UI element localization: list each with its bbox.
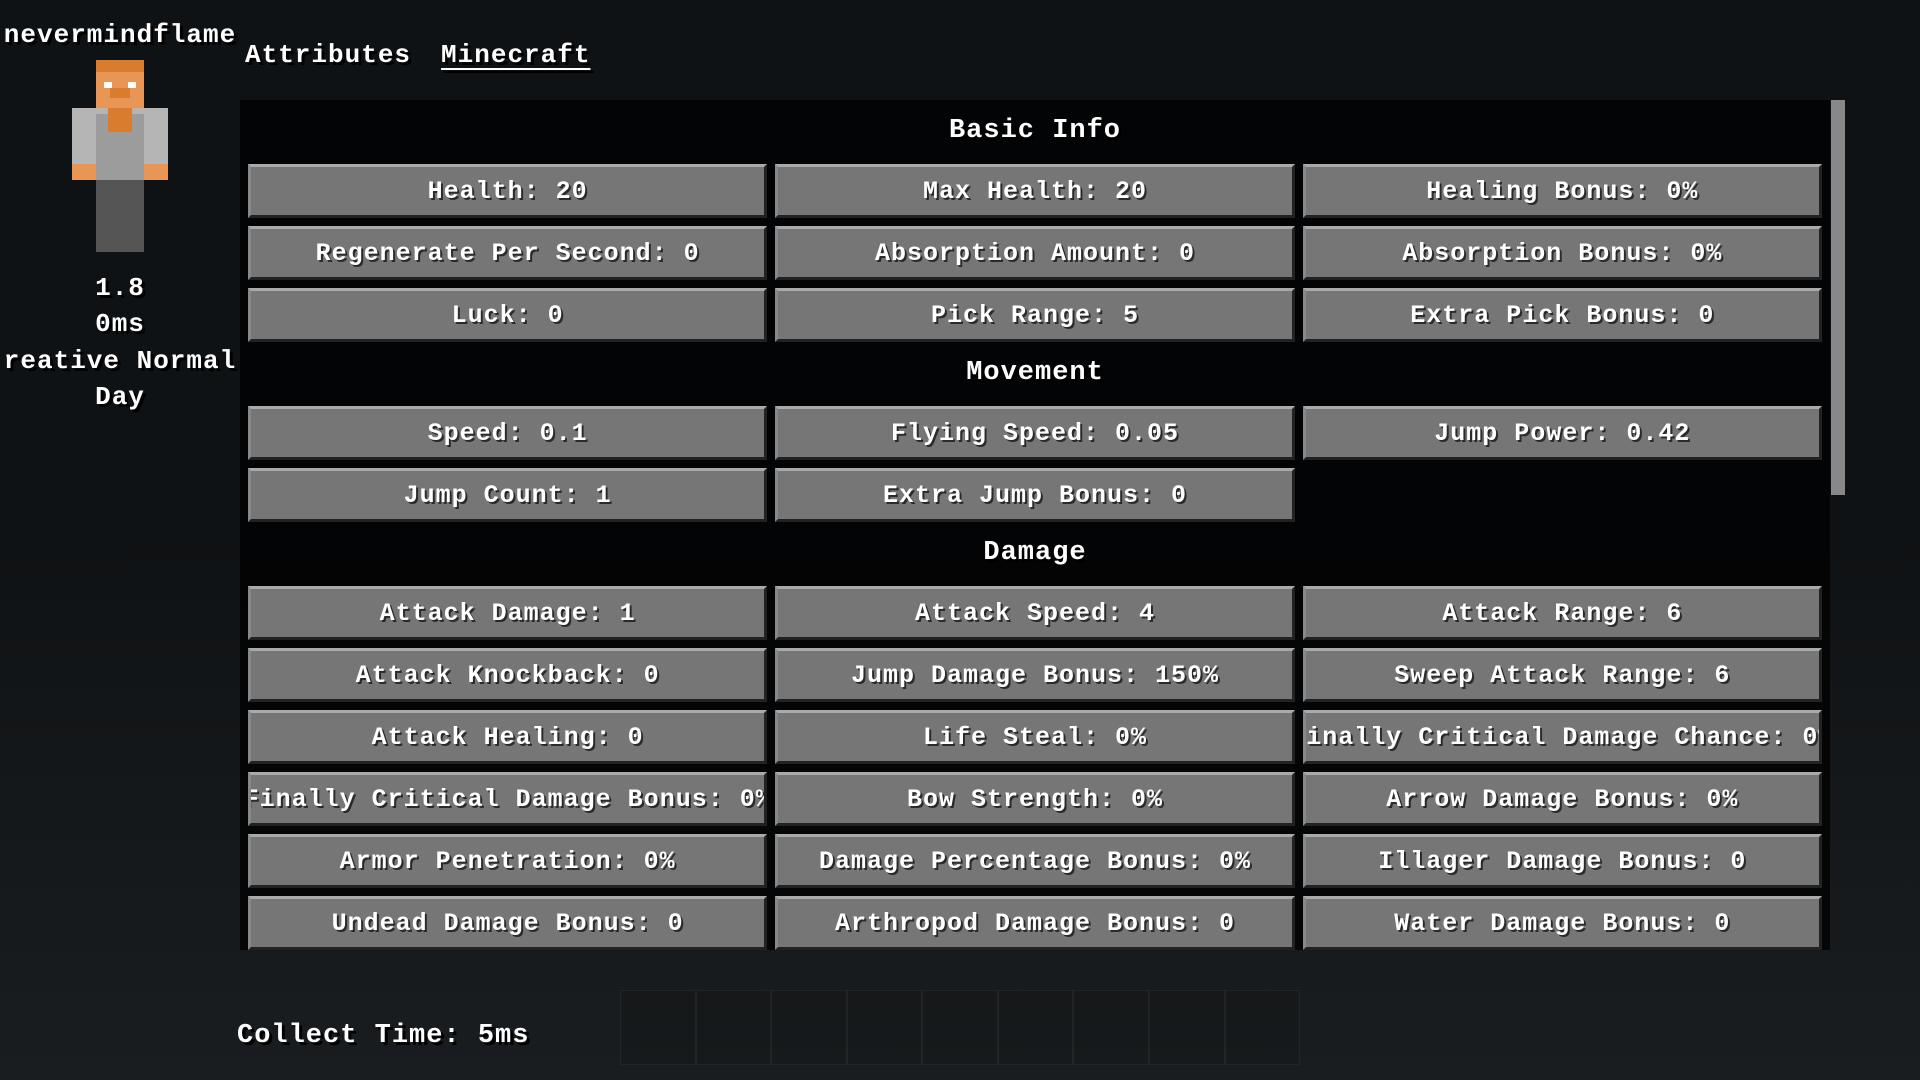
- attribute-button[interactable]: Sweep Attack Range: 6: [1303, 648, 1822, 702]
- hotbar-slot[interactable]: [847, 990, 923, 1065]
- main-panel: Basic InfoHealth: 20Max Health: 20Healin…: [240, 100, 1830, 950]
- attribute-button[interactable]: Speed: 0.1: [248, 406, 767, 460]
- attribute-button[interactable]: Extra Pick Bonus: 0: [1303, 288, 1822, 342]
- attribute-button[interactable]: Damage Percentage Bonus: 0%: [775, 834, 1294, 888]
- hotbar-slot[interactable]: [1149, 990, 1225, 1065]
- attribute-button[interactable]: Attack Damage: 1: [248, 586, 767, 640]
- attribute-button[interactable]: Max Health: 20: [775, 164, 1294, 218]
- attribute-button[interactable]: Finally Critical Damage Bonus: 0%: [248, 772, 767, 826]
- player-name: nevermindflame: [0, 20, 240, 50]
- attribute-button[interactable]: Absorption Amount: 0: [775, 226, 1294, 280]
- player-ping: 0ms: [0, 306, 240, 342]
- attribute-button[interactable]: Regenerate Per Second: 0: [248, 226, 767, 280]
- player-avatar: [65, 60, 175, 255]
- attribute-button[interactable]: Arthropod Damage Bonus: 0: [775, 896, 1294, 950]
- attribute-button[interactable]: Life Steal: 0%: [775, 710, 1294, 764]
- attribute-scroll-area[interactable]: Basic InfoHealth: 20Max Health: 20Healin…: [240, 100, 1830, 950]
- attribute-button[interactable]: Healing Bonus: 0%: [1303, 164, 1822, 218]
- hotbar-slot[interactable]: [620, 990, 696, 1065]
- attribute-button[interactable]: Extra Jump Bonus: 0: [775, 468, 1294, 522]
- hotbar-slot[interactable]: [1225, 990, 1301, 1065]
- attribute-grid: Health: 20Max Health: 20Healing Bonus: 0…: [244, 164, 1826, 342]
- attribute-button[interactable]: Attack Range: 6: [1303, 586, 1822, 640]
- player-info: 1.8 0ms reative Normal Day: [0, 270, 240, 416]
- attribute-button[interactable]: Finally Critical Damage Chance: 0%: [1303, 710, 1822, 764]
- attribute-grid: Attack Damage: 1Attack Speed: 4Attack Ra…: [244, 586, 1826, 950]
- hotbar-slot[interactable]: [922, 990, 998, 1065]
- tab-bar: Attributes Minecraft: [245, 40, 590, 70]
- section-header: Damage: [244, 522, 1826, 586]
- attribute-button[interactable]: Undead Damage Bonus: 0: [248, 896, 767, 950]
- player-version: 1.8: [0, 270, 240, 306]
- hotbar-slot[interactable]: [1073, 990, 1149, 1065]
- section-header: Basic Info: [244, 100, 1826, 164]
- attribute-button[interactable]: Luck: 0: [248, 288, 767, 342]
- attribute-button[interactable]: Absorption Bonus: 0%: [1303, 226, 1822, 280]
- attribute-button[interactable]: Attack Healing: 0: [248, 710, 767, 764]
- player-sidebar: nevermindflame 1.8 0ms reative Normal Da…: [0, 20, 240, 416]
- attribute-button[interactable]: Illager Damage Bonus: 0: [1303, 834, 1822, 888]
- attribute-button[interactable]: Attack Speed: 4: [775, 586, 1294, 640]
- attribute-button[interactable]: Jump Power: 0.42: [1303, 406, 1822, 460]
- hotbar-slot[interactable]: [998, 990, 1074, 1065]
- tab-attributes[interactable]: Attributes: [245, 40, 411, 70]
- collect-time: Collect Time: 5ms: [237, 1021, 529, 1051]
- scrollbar-thumb[interactable]: [1831, 100, 1845, 495]
- attribute-button[interactable]: Armor Penetration: 0%: [248, 834, 767, 888]
- attribute-grid: Speed: 0.1Flying Speed: 0.05Jump Power: …: [244, 406, 1826, 522]
- attribute-button[interactable]: Jump Count: 1: [248, 468, 767, 522]
- attribute-button[interactable]: Bow Strength: 0%: [775, 772, 1294, 826]
- attribute-button[interactable]: Attack Knockback: 0: [248, 648, 767, 702]
- attribute-button[interactable]: Flying Speed: 0.05: [775, 406, 1294, 460]
- tab-minecraft[interactable]: Minecraft: [441, 40, 590, 70]
- attribute-button[interactable]: Pick Range: 5: [775, 288, 1294, 342]
- section-header: Movement: [244, 342, 1826, 406]
- hotbar-slot[interactable]: [771, 990, 847, 1065]
- player-mode: reative Normal Day: [0, 343, 240, 416]
- hotbar-slot[interactable]: [696, 990, 772, 1065]
- attribute-button[interactable]: Water Damage Bonus: 0: [1303, 896, 1822, 950]
- attribute-button[interactable]: Jump Damage Bonus: 150%: [775, 648, 1294, 702]
- hotbar: [620, 990, 1300, 1065]
- attribute-button[interactable]: Arrow Damage Bonus: 0%: [1303, 772, 1822, 826]
- attribute-button[interactable]: Health: 20: [248, 164, 767, 218]
